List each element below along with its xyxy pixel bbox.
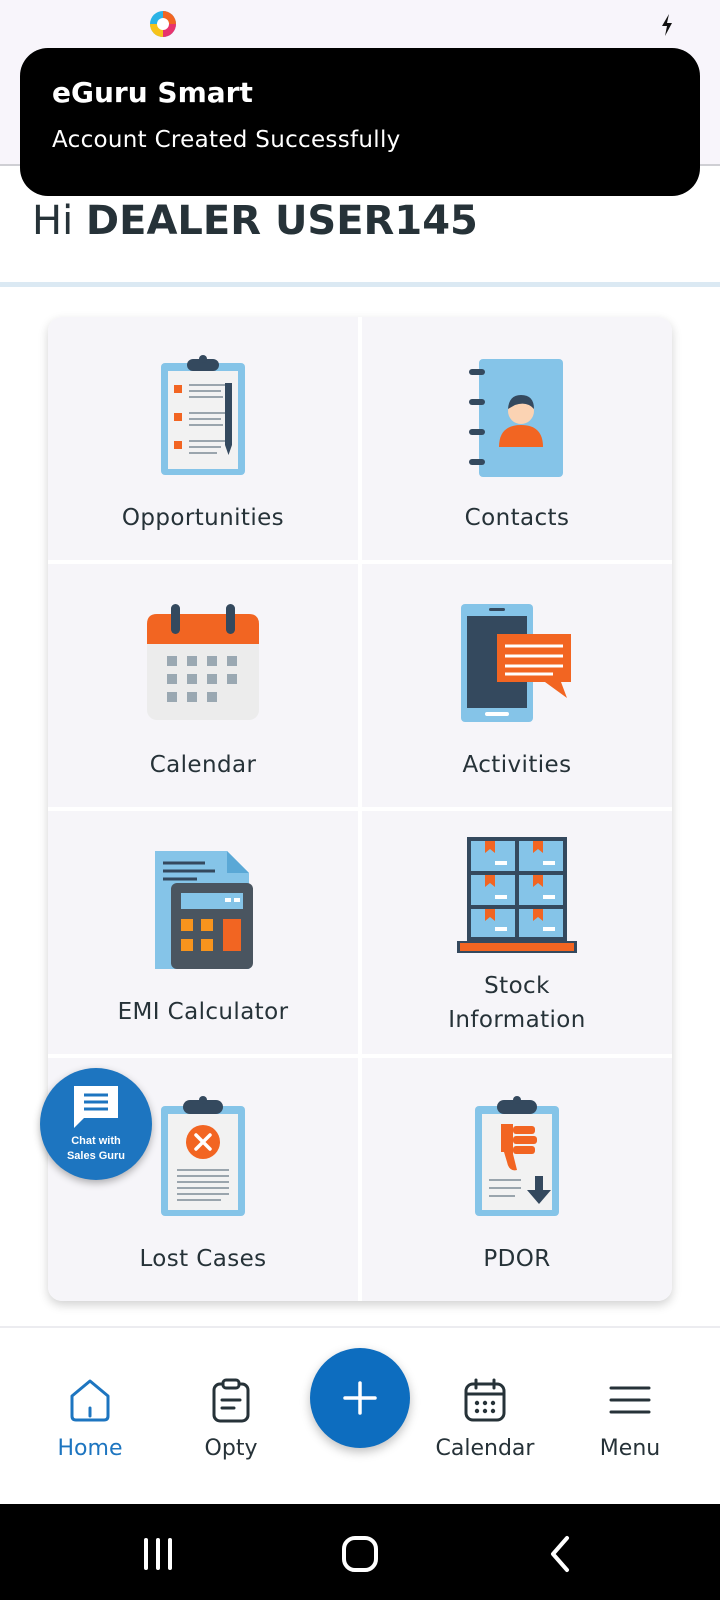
phone-message-icon — [461, 604, 571, 722]
app-logo-icon — [150, 11, 176, 37]
tile-calendar[interactable]: Calendar — [48, 564, 358, 807]
plus-icon — [343, 1381, 377, 1415]
chat-bubble-icon — [74, 1086, 118, 1128]
tile-stock-information[interactable]: Stock Information — [362, 811, 672, 1054]
bottom-navigation: Home Opty Calendar Menu — [0, 1326, 720, 1504]
nav-menu[interactable]: Menu — [555, 1328, 705, 1506]
warehouse-shelves-icon — [457, 837, 577, 953]
user-name: DEALER USER145 — [85, 198, 478, 244]
tile-label: Stock Information — [448, 973, 586, 1033]
tile-opportunities[interactable]: Opportunities — [48, 317, 358, 560]
nav-calendar[interactable]: Calendar — [410, 1328, 560, 1506]
nav-label: Opty — [204, 1436, 258, 1461]
chat-label-line1: Chat with — [71, 1135, 121, 1147]
nav-opty[interactable]: Opty — [156, 1328, 306, 1506]
tile-pdor[interactable]: PDOR — [362, 1058, 672, 1301]
nav-label: Menu — [599, 1436, 661, 1461]
nav-label: Calendar — [435, 1436, 535, 1461]
calendar-icon — [147, 604, 259, 720]
greeting: Hi DEALER USER145 — [32, 198, 478, 244]
tile-label: PDOR — [483, 1246, 551, 1272]
clipboard-checklist-icon — [161, 355, 245, 475]
clipboard-icon — [212, 1378, 250, 1423]
clipboard-thumbs-down-icon — [475, 1096, 559, 1216]
chat-with-sales-guru-button[interactable]: Chat with Sales Guru — [40, 1068, 152, 1180]
tile-label: Calendar — [149, 752, 257, 778]
home-button-icon[interactable] — [340, 1534, 380, 1574]
status-bar — [0, 0, 720, 50]
tile-label: Opportunities — [121, 505, 285, 531]
toast-message: Account Created Successfully — [52, 127, 401, 153]
contact-book-icon — [469, 359, 563, 477]
hamburger-menu-icon — [609, 1386, 651, 1414]
chat-label: Chat with Sales Guru — [67, 1134, 125, 1164]
home-icon — [70, 1379, 110, 1422]
clipboard-cancel-icon — [161, 1096, 245, 1216]
back-icon[interactable] — [545, 1534, 575, 1574]
toast-title: eGuru Smart — [52, 76, 253, 109]
nav-home[interactable]: Home — [15, 1328, 165, 1506]
charging-bolt-icon — [662, 14, 672, 36]
tile-emi-calculator[interactable]: EMI Calculator — [48, 811, 358, 1054]
tile-label: Lost Cases — [139, 1246, 267, 1272]
tile-contacts[interactable]: Contacts — [362, 317, 672, 560]
recent-apps-icon[interactable] — [140, 1534, 180, 1574]
calculator-icon — [155, 851, 253, 969]
add-button[interactable] — [310, 1348, 410, 1448]
calendar-icon — [464, 1378, 506, 1422]
chat-label-line2: Sales Guru — [66, 1150, 126, 1162]
tile-label: EMI Calculator — [117, 999, 289, 1025]
divider — [0, 282, 720, 287]
tile-label: Activities — [462, 752, 572, 778]
nav-label: Home — [57, 1436, 123, 1461]
tile-label: Contacts — [464, 505, 570, 531]
tile-activities[interactable]: Activities — [362, 564, 672, 807]
success-toast: eGuru Smart Account Created Successfully — [20, 48, 700, 196]
system-navigation-bar — [0, 1504, 720, 1600]
greeting-prefix: Hi — [32, 198, 74, 244]
